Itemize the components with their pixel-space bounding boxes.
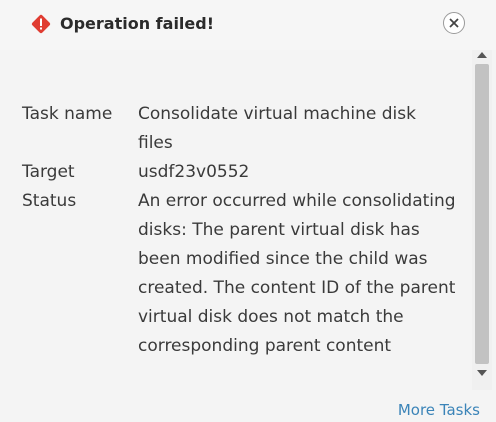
popup-header: Operation failed! xyxy=(0,0,496,50)
status-label: Status xyxy=(22,191,77,211)
task-name-label: Task name xyxy=(22,104,113,124)
scroll-up-arrow-icon[interactable] xyxy=(477,52,487,58)
task-details: Task name Consolidate virtual machine di… xyxy=(0,50,470,390)
details-scrollbar[interactable] xyxy=(472,50,492,390)
status-value: An error occurred while consolidating di… xyxy=(138,191,456,356)
close-icon xyxy=(449,18,459,28)
scroll-down-arrow-icon[interactable] xyxy=(477,370,487,376)
popup-title: Operation failed! xyxy=(60,14,215,33)
error-diamond-icon xyxy=(31,14,51,34)
more-tasks-link[interactable]: More Tasks xyxy=(398,400,480,420)
target-value: usdf23v0552 xyxy=(138,162,250,182)
task-name-value: Consolidate virtual machine disk files xyxy=(138,104,416,153)
scrollbar-thumb[interactable] xyxy=(475,64,489,364)
operation-failed-popup: Operation failed! Task name Consolidate … xyxy=(0,0,496,422)
target-label: Target xyxy=(22,162,75,182)
close-button[interactable] xyxy=(443,12,465,34)
